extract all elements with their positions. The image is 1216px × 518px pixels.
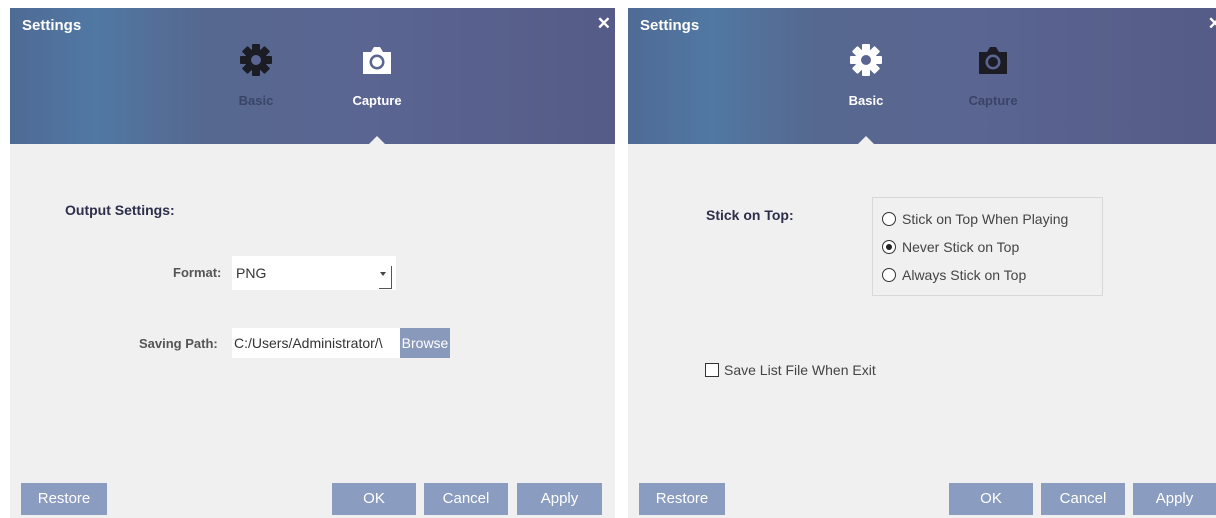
settings-dialog-basic: Settings ✕ Basic Capture Stick on Top: S… bbox=[628, 8, 1216, 518]
tab-basic-label: Basic bbox=[238, 93, 274, 108]
radio-button[interactable] bbox=[882, 268, 896, 282]
cancel-button[interactable]: Cancel bbox=[424, 483, 508, 515]
camera-icon bbox=[363, 47, 391, 74]
radio-button[interactable] bbox=[882, 212, 896, 226]
stick-on-top-label: Stick on Top: bbox=[706, 207, 794, 223]
dialog-header: Settings ✕ Basic Capture bbox=[10, 8, 615, 144]
apply-button[interactable]: Apply bbox=[1133, 483, 1216, 515]
settings-dialog-capture: Settings ✕ Basic Capture Output Settings… bbox=[10, 8, 615, 518]
tab-capture[interactable]: Capture bbox=[953, 42, 1033, 112]
close-icon[interactable]: ✕ bbox=[597, 12, 611, 36]
tab-capture[interactable]: Capture bbox=[337, 42, 417, 112]
tab-basic-label: Basic bbox=[848, 93, 884, 108]
dialog-header: Settings ✕ Basic Capture bbox=[628, 8, 1216, 144]
checkbox[interactable] bbox=[705, 363, 719, 377]
gear-icon bbox=[240, 44, 272, 76]
ok-button[interactable]: OK bbox=[949, 483, 1033, 515]
dialog-title: Settings bbox=[22, 17, 82, 34]
tab-capture-label: Capture bbox=[352, 93, 402, 108]
format-label: Format: bbox=[173, 265, 222, 280]
saving-path-input[interactable]: C:/Users/Administrator/\ bbox=[232, 328, 400, 358]
tab-capture-label: Capture bbox=[968, 93, 1018, 108]
browse-button[interactable]: Browse bbox=[400, 328, 450, 358]
radio-button-selected[interactable] bbox=[882, 240, 896, 254]
restore-button[interactable]: Restore bbox=[639, 483, 725, 515]
active-tab-caret bbox=[369, 136, 385, 144]
save-list-label: Save List File When Exit bbox=[724, 362, 876, 378]
saving-path-label: Saving Path: bbox=[139, 336, 218, 351]
chevron-down-icon[interactable] bbox=[379, 266, 392, 289]
stick-on-top-group: Stick on Top When Playing Never Stick on… bbox=[872, 197, 1103, 296]
ok-button[interactable]: OK bbox=[332, 483, 416, 515]
output-settings-heading: Output Settings: bbox=[65, 202, 175, 218]
active-tab-caret bbox=[858, 136, 874, 144]
format-select[interactable]: PNG bbox=[232, 256, 396, 290]
apply-button[interactable]: Apply bbox=[517, 483, 602, 515]
dialog-title: Settings bbox=[640, 17, 700, 34]
cancel-button[interactable]: Cancel bbox=[1041, 483, 1125, 515]
restore-button[interactable]: Restore bbox=[21, 483, 107, 515]
gear-icon bbox=[850, 44, 882, 76]
format-value: PNG bbox=[236, 265, 267, 281]
close-icon[interactable]: ✕ bbox=[1208, 12, 1216, 36]
camera-icon bbox=[979, 47, 1007, 74]
tab-basic[interactable]: Basic bbox=[826, 42, 906, 112]
tab-basic[interactable]: Basic bbox=[216, 42, 296, 112]
